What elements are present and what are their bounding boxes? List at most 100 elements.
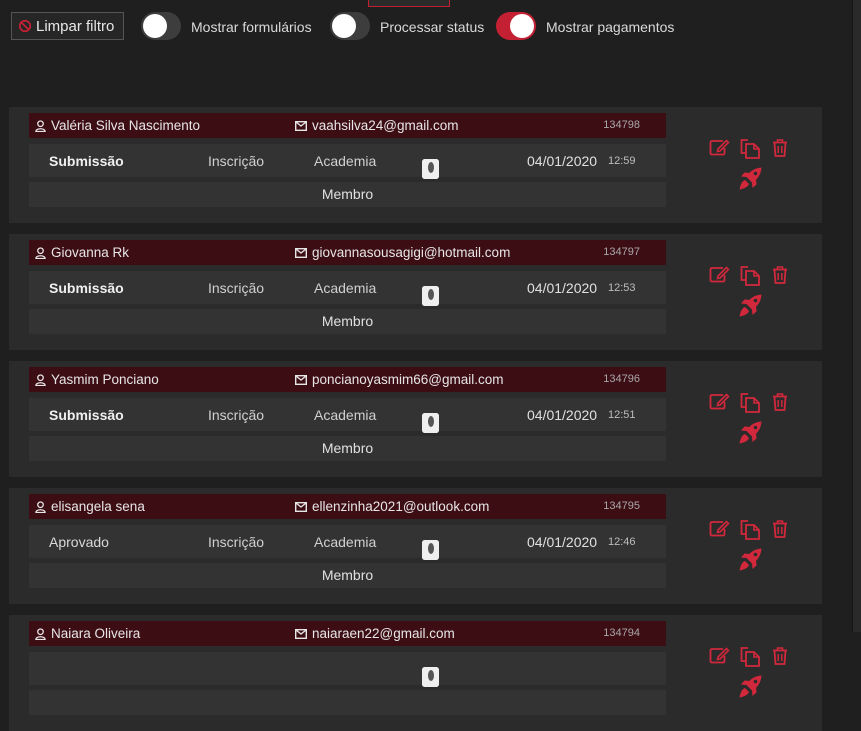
entry-name: Valéria Silva Nascimento <box>51 118 201 133</box>
entry-details-row <box>29 652 666 687</box>
trash-icon[interactable] <box>772 647 788 665</box>
trash-icon[interactable] <box>772 266 788 284</box>
entry-role-row: Membro <box>29 563 666 588</box>
entry-status: Aprovado <box>49 534 109 550</box>
toggle-knob <box>143 14 167 38</box>
trash-icon[interactable] <box>772 393 788 411</box>
copy-icon[interactable] <box>740 647 761 667</box>
rocket-icon[interactable] <box>738 674 763 699</box>
entry-name: Yasmim Ponciano <box>51 372 159 387</box>
entry-email[interactable]: ellenzinha2021@outlook.com <box>312 499 489 514</box>
entry-email[interactable]: poncianoyasmim66@gmail.com <box>312 372 504 387</box>
entry-role-row: Membro <box>29 436 666 461</box>
edit-icon[interactable] <box>709 647 730 664</box>
entry-actions <box>709 647 789 699</box>
entry-status: Submissão <box>49 153 124 169</box>
copy-icon[interactable] <box>740 266 761 286</box>
copy-icon[interactable] <box>740 520 761 540</box>
entry-type: Inscrição <box>208 407 265 423</box>
entry-header: elisangela sena ellenzinha2021@outlook.c… <box>29 494 666 519</box>
entry-actions <box>709 520 789 572</box>
edit-icon[interactable] <box>709 393 730 410</box>
clear-filter-label: Limpar filtro <box>36 17 115 35</box>
entry-email[interactable]: naiaraen22@gmail.com <box>312 626 455 641</box>
toggle-knob <box>332 14 356 38</box>
toggle-knob <box>510 14 534 38</box>
avatar <box>422 540 439 560</box>
edit-icon[interactable] <box>709 266 730 283</box>
entry-card: Giovanna Rk giovannasousagigi@hotmail.co… <box>9 234 822 350</box>
envelope-icon <box>295 374 307 385</box>
rocket-icon[interactable] <box>738 166 763 191</box>
entry-details-row: Aprovado Inscrição Academia 04/01/2020 1… <box>29 525 666 560</box>
entry-id: 134794 <box>603 627 640 639</box>
copy-icon[interactable] <box>740 393 761 413</box>
entry-time: 12:46 <box>608 536 636 548</box>
entry-name: elisangela sena <box>51 499 145 514</box>
entry-type: Inscrição <box>208 534 265 550</box>
entry-details-row: Submissão Inscrição Academia 04/01/2020 … <box>29 398 666 433</box>
entry-status: Submissão <box>49 407 124 423</box>
entry-id: 134796 <box>603 373 640 385</box>
entry-category: Academia <box>314 534 377 550</box>
clear-filter-button[interactable]: Limpar filtro <box>11 12 124 40</box>
entry-status: Submissão <box>49 280 124 296</box>
entry-email[interactable]: vaahsilva24@gmail.com <box>312 118 459 133</box>
rocket-icon[interactable] <box>738 547 763 572</box>
envelope-icon <box>295 247 307 258</box>
entry-email[interactable]: giovannasousagigi@hotmail.com <box>312 245 510 260</box>
avatar <box>422 286 439 306</box>
entry-category: Academia <box>314 153 377 169</box>
filter-bar: Limpar filtro Mostrar formulários Proces… <box>0 10 852 44</box>
entry-actions <box>709 393 789 445</box>
avatar <box>422 667 439 687</box>
toggle-mostrar-formularios[interactable] <box>141 12 181 40</box>
toggle-label-formularios: Mostrar formulários <box>191 19 312 35</box>
entry-card: Yasmim Ponciano poncianoyasmim66@gmail.c… <box>9 361 822 477</box>
entry-name: Giovanna Rk <box>51 245 130 260</box>
entry-header: Yasmim Ponciano poncianoyasmim66@gmail.c… <box>29 367 666 392</box>
vertical-scrollbar[interactable] <box>852 0 861 632</box>
rocket-icon[interactable] <box>738 420 763 445</box>
entry-id: 134795 <box>603 500 640 512</box>
entry-date: 04/01/2020 <box>527 153 598 169</box>
envelope-icon <box>295 120 307 131</box>
entry-actions <box>709 266 789 318</box>
entry-date: 04/01/2020 <box>527 280 598 296</box>
entry-id: 134797 <box>603 246 640 258</box>
entry-time: 12:51 <box>608 409 636 421</box>
entry-category: Academia <box>314 407 377 423</box>
user-icon <box>35 119 46 132</box>
avatar <box>422 413 439 433</box>
entry-card: Naiara Oliveira naiaraen22@gmail.com 134… <box>9 615 822 731</box>
entry-role-row: Membro <box>29 182 666 207</box>
entry-header: Giovanna Rk giovannasousagigi@hotmail.co… <box>29 240 666 265</box>
rocket-icon[interactable] <box>738 293 763 318</box>
entry-card: Valéria Silva Nascimento vaahsilva24@gma… <box>9 107 822 223</box>
entry-role: Membro <box>321 313 374 329</box>
top-tab-indicator[interactable] <box>368 0 450 7</box>
avatar <box>422 159 439 179</box>
entry-header: Valéria Silva Nascimento vaahsilva24@gma… <box>29 113 666 138</box>
entry-role: Membro <box>321 567 374 583</box>
toggle-label-pagamentos: Mostrar pagamentos <box>546 19 675 35</box>
entry-card: elisangela sena ellenzinha2021@outlook.c… <box>9 488 822 604</box>
entry-role: Membro <box>321 186 374 202</box>
user-icon <box>35 246 46 259</box>
copy-icon[interactable] <box>740 139 761 159</box>
entry-role-row <box>29 690 666 715</box>
toggle-processar-status[interactable] <box>330 12 370 40</box>
edit-icon[interactable] <box>709 520 730 537</box>
toggle-mostrar-pagamentos[interactable] <box>496 12 536 40</box>
trash-icon[interactable] <box>772 139 788 157</box>
envelope-icon <box>295 628 307 639</box>
entry-role-row: Membro <box>29 309 666 334</box>
trash-icon[interactable] <box>772 520 788 538</box>
entry-category: Academia <box>314 280 377 296</box>
entry-details-row: Submissão Inscrição Academia 04/01/2020 … <box>29 144 666 179</box>
user-icon <box>35 373 46 386</box>
entry-header: Naiara Oliveira naiaraen22@gmail.com 134… <box>29 621 666 646</box>
entry-id: 134798 <box>603 119 640 131</box>
edit-icon[interactable] <box>709 139 730 156</box>
entry-type: Inscrição <box>208 280 265 296</box>
